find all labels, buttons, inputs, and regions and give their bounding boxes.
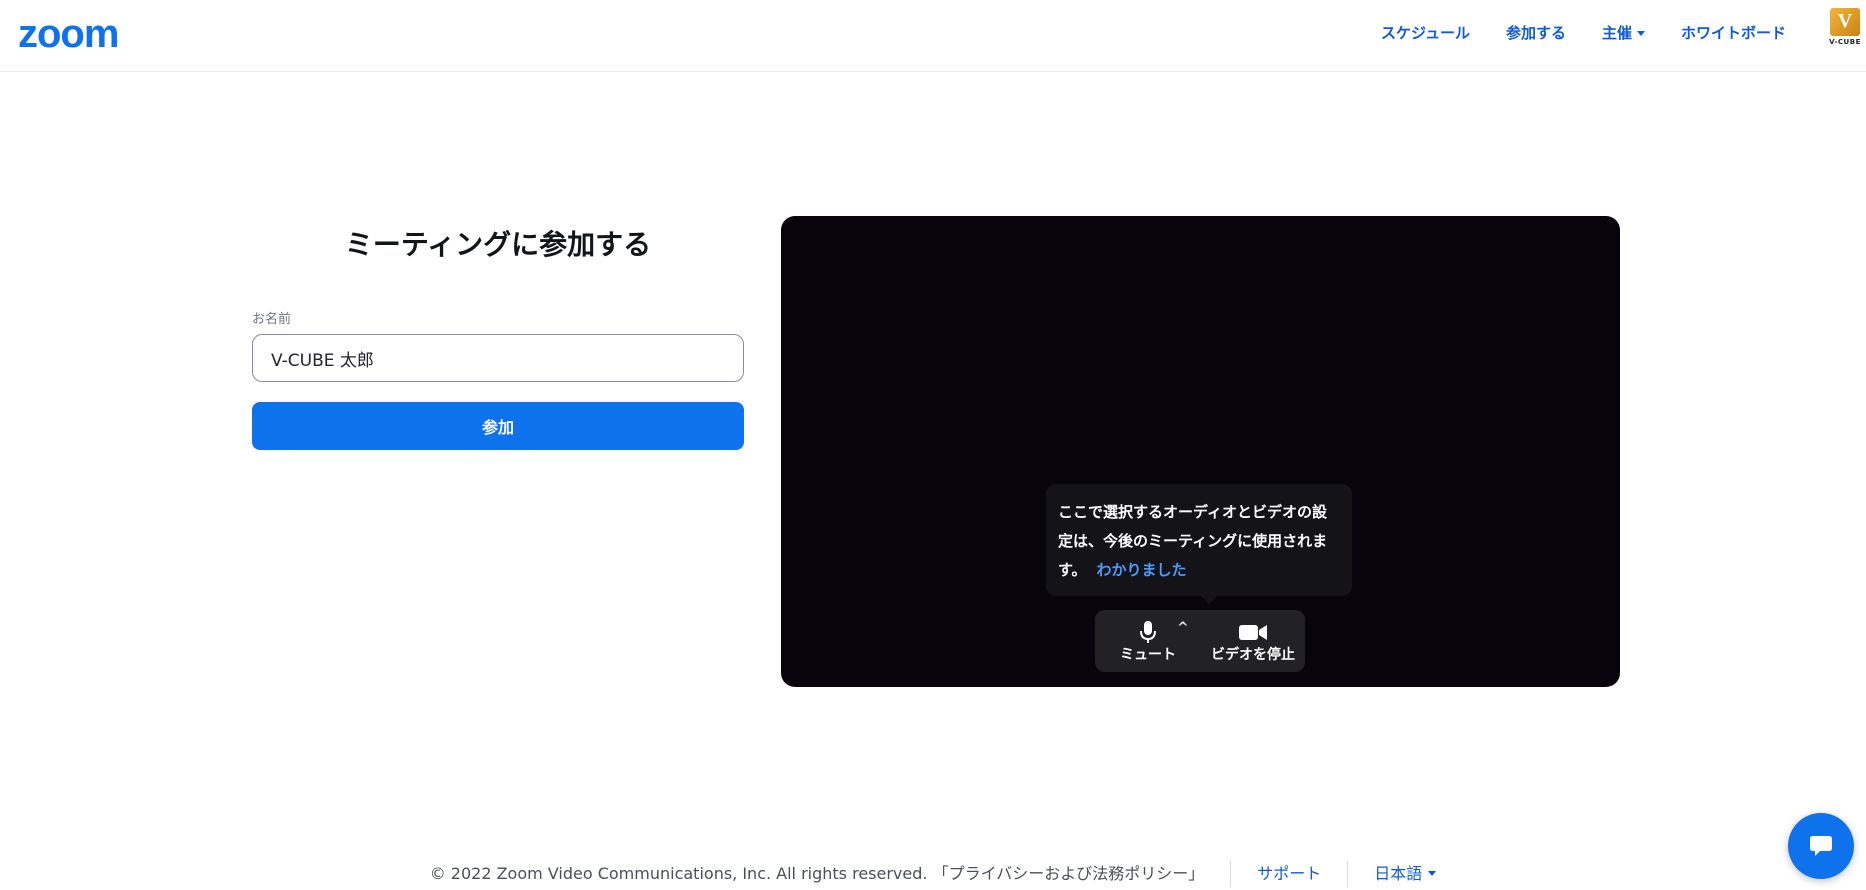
name-input[interactable] bbox=[252, 334, 744, 382]
nav-schedule[interactable]: スケジュール bbox=[1381, 22, 1470, 44]
join-button[interactable]: 参加 bbox=[252, 402, 744, 450]
name-label: お名前 bbox=[252, 312, 292, 327]
video-preview: ここで選択するオーディオとビデオの設定は、今後のミーティングに使用されます。 わか… bbox=[781, 216, 1620, 687]
microphone-icon bbox=[1140, 621, 1156, 643]
tooltip-ack-link[interactable]: わかりました bbox=[1097, 561, 1187, 579]
nav-join[interactable]: 参加する bbox=[1506, 22, 1566, 44]
vcube-brand-text: V-CUBE bbox=[1829, 38, 1861, 46]
chat-support-button[interactable] bbox=[1788, 813, 1854, 879]
video-camera-icon bbox=[1239, 625, 1267, 640]
copyright-text: © 2022 Zoom Video Communications, Inc. A… bbox=[429, 863, 1205, 883]
zoom-logo[interactable]: zoom bbox=[18, 14, 119, 54]
stop-video-button[interactable]: ビデオを停止 bbox=[1207, 616, 1299, 666]
page-title: ミーティングに参加する bbox=[344, 228, 652, 261]
mute-label: ミュート bbox=[1120, 647, 1176, 663]
footer-divider bbox=[1347, 860, 1349, 887]
chat-bubble-icon bbox=[1810, 836, 1832, 856]
join-form: ミーティングに参加する お名前 参加 bbox=[252, 220, 744, 450]
tooltip-arrow bbox=[1201, 596, 1217, 604]
language-select[interactable]: 日本語 bbox=[1374, 858, 1437, 889]
chevron-down-icon bbox=[1428, 871, 1437, 877]
support-link[interactable]: サポート bbox=[1257, 859, 1321, 889]
nav-host[interactable]: 主催 bbox=[1602, 22, 1645, 44]
vcube-brand-logo[interactable]: V-CUBE bbox=[1828, 8, 1862, 50]
audio-options-caret-icon[interactable]: ^ bbox=[1177, 620, 1189, 636]
mute-button[interactable]: ミュート bbox=[1113, 616, 1183, 666]
top-header: zoom スケジュール 参加する 主催 ホワイトボード V-CUBE bbox=[0, 0, 1866, 72]
language-label: 日本語 bbox=[1374, 863, 1423, 883]
preview-controls: ミュート ^ ビデオを停止 bbox=[1095, 610, 1305, 672]
footer-divider bbox=[1230, 860, 1232, 887]
vcube-mark-icon bbox=[1830, 8, 1860, 36]
stop-video-label: ビデオを停止 bbox=[1211, 647, 1295, 663]
nav-whiteboard[interactable]: ホワイトボード bbox=[1681, 22, 1786, 44]
settings-tooltip: ここで選択するオーディオとビデオの設定は、今後のミーティングに使用されます。 わか… bbox=[1046, 484, 1352, 596]
chevron-down-icon bbox=[1636, 31, 1645, 36]
top-nav: スケジュール 参加する 主催 ホワイトボード bbox=[1345, 22, 1786, 44]
nav-host-label: 主催 bbox=[1601, 24, 1632, 42]
footer: © 2022 Zoom Video Communications, Inc. A… bbox=[0, 858, 1866, 889]
